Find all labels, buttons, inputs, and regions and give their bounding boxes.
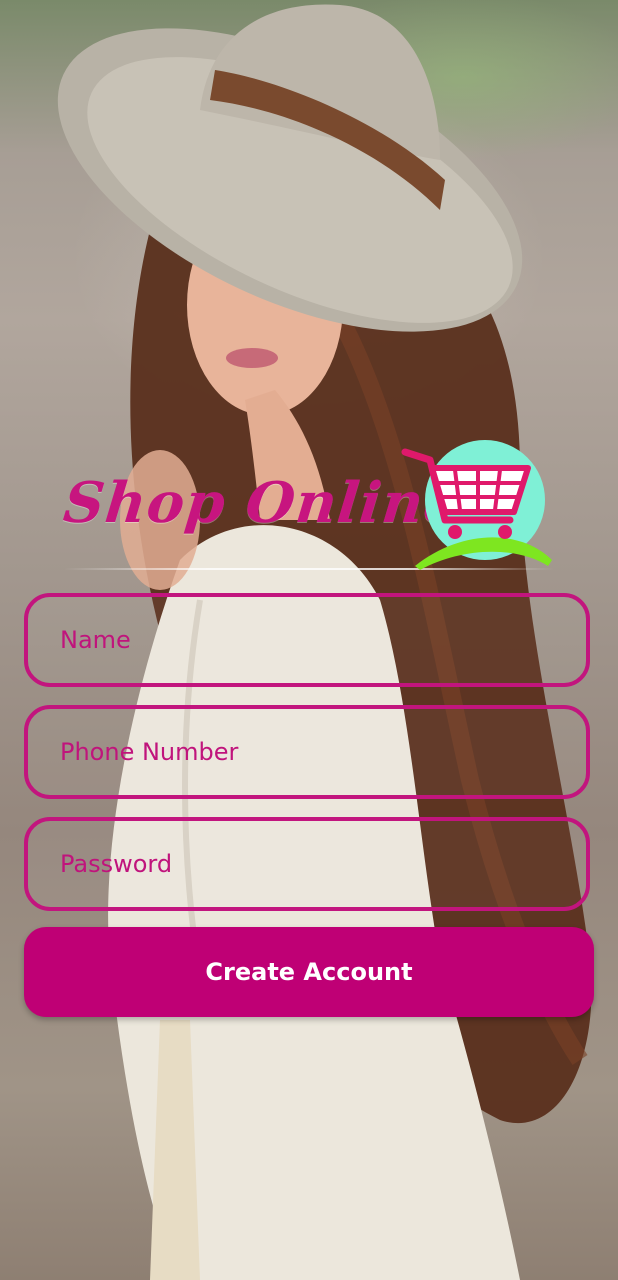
name-field[interactable]: Name bbox=[24, 593, 590, 687]
phone-number-placeholder: Phone Number bbox=[60, 738, 239, 766]
create-account-button[interactable]: Create Account bbox=[24, 927, 594, 1017]
password-field[interactable]: Password bbox=[24, 817, 590, 911]
name-placeholder: Name bbox=[60, 626, 131, 654]
shopping-cart-icon bbox=[401, 440, 552, 570]
phone-number-field[interactable]: Phone Number bbox=[24, 705, 590, 799]
password-placeholder: Password bbox=[60, 850, 173, 878]
create-account-label: Create Account bbox=[205, 958, 413, 986]
